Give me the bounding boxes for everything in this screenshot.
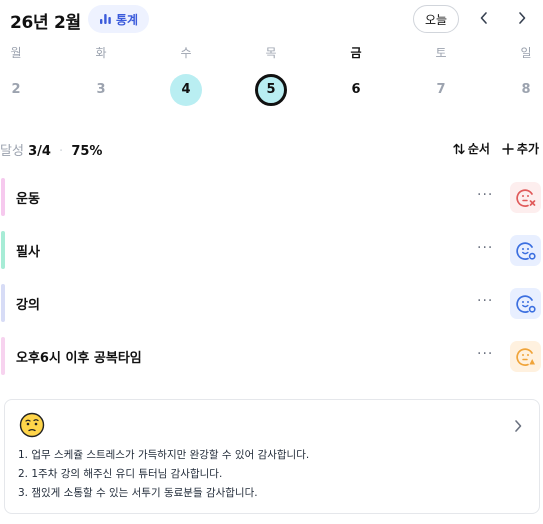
- habit-status-button[interactable]: [510, 288, 541, 319]
- habit-status-button[interactable]: [510, 341, 541, 372]
- journal-card[interactable]: 1. 업무 스케쥴 스트레스가 가득하지만 완강할 수 있어 감사합니다. 2.…: [4, 399, 540, 514]
- weekday-label: 수: [180, 46, 192, 60]
- day-number: 7: [436, 82, 446, 97]
- day-number: 2: [11, 82, 21, 97]
- add-habit-button[interactable]: 추가: [502, 140, 539, 157]
- habit-row[interactable]: 오후6시 이후 공복타임 ···: [0, 337, 543, 375]
- plus-icon: [502, 142, 514, 155]
- thinking-face-icon: [19, 412, 45, 442]
- habit-title: 운동: [16, 192, 40, 207]
- more-options-button[interactable]: ···: [477, 293, 493, 309]
- summary-separator: ·: [59, 144, 64, 159]
- list-tools: 순서 추가: [453, 140, 539, 157]
- bar-chart-icon: [99, 14, 111, 24]
- summary-percent: 75%: [71, 144, 103, 159]
- habit-color-bar: [1, 178, 5, 216]
- journal-line: 1. 업무 스케쥴 스트레스가 가득하지만 완강할 수 있어 감사합니다.: [18, 449, 310, 461]
- achievement-summary: 달성 3/4 · 75%: [0, 140, 102, 159]
- face-warn-icon: [515, 347, 535, 366]
- day-number: 4: [170, 74, 202, 106]
- habit-row[interactable]: 강의 ···: [0, 284, 543, 322]
- reorder-button[interactable]: 순서: [453, 140, 490, 157]
- more-options-button[interactable]: ···: [477, 187, 493, 203]
- chevron-left-icon: [480, 12, 487, 24]
- day-sun[interactable]: 일 8: [506, 44, 543, 106]
- chevron-right-icon[interactable]: [513, 418, 523, 437]
- face-check-icon: [515, 294, 536, 313]
- today-button[interactable]: 오늘: [413, 5, 459, 33]
- summary-count: 3/4: [28, 144, 51, 159]
- reorder-label: 순서: [467, 142, 490, 156]
- habit-title: 강의: [16, 298, 40, 313]
- habit-status-button[interactable]: [510, 182, 541, 213]
- habit-title: 오후6시 이후 공복타임: [16, 351, 142, 366]
- day-mon[interactable]: 월 2: [0, 44, 36, 106]
- more-options-button[interactable]: ···: [477, 346, 493, 362]
- day-tue[interactable]: 화 3: [81, 44, 121, 106]
- weekday-label: 화: [95, 46, 107, 60]
- habit-title: 필사: [16, 245, 40, 260]
- month-title: 26년 2월: [10, 13, 81, 33]
- day-sat[interactable]: 토 7: [421, 44, 461, 106]
- habit-color-bar: [1, 284, 5, 322]
- habit-color-bar: [1, 231, 5, 269]
- weekday-label: 목: [265, 46, 277, 60]
- calendar-header: 26년 2월 통계 오늘: [0, 0, 543, 38]
- prev-week-button[interactable]: [474, 8, 494, 28]
- day-number: 6: [351, 82, 361, 97]
- chevron-right-icon: [519, 12, 526, 24]
- week-strip: 월 2 화 3 수 4 목 5 금 6 토 7 일 8: [0, 44, 543, 108]
- journal-text: 1. 업무 스케쥴 스트레스가 가득하지만 완강할 수 있어 감사합니다. 2.…: [18, 446, 309, 503]
- habit-color-bar: [1, 337, 5, 375]
- day-fri[interactable]: 금 6: [336, 44, 376, 106]
- habit-status-button[interactable]: [510, 235, 541, 266]
- day-wed[interactable]: 수 4: [166, 44, 206, 106]
- habit-row[interactable]: 운동 ···: [0, 178, 543, 216]
- sort-arrows-icon: [453, 143, 465, 154]
- weekday-label: 월: [10, 46, 22, 60]
- stats-label: 통계: [115, 12, 139, 27]
- day-number: 8: [521, 82, 531, 97]
- journal-line: 3. 잼있게 소통할 수 있는 서투기 동료분들 감사합니다.: [18, 487, 258, 499]
- weekday-label: 토: [435, 46, 447, 60]
- weekday-label: 일: [520, 46, 532, 60]
- habit-row[interactable]: 필사 ···: [0, 231, 543, 269]
- add-label: 추가: [516, 142, 539, 156]
- stats-button[interactable]: 통계: [88, 5, 149, 33]
- next-week-button[interactable]: [512, 8, 532, 28]
- day-number: 3: [96, 82, 106, 97]
- summary-label: 달성: [0, 144, 24, 159]
- face-x-icon: [515, 188, 535, 207]
- journal-line: 2. 1주차 강의 해주신 유디 튜터님 감사합니다.: [18, 468, 223, 480]
- weekday-label: 금: [350, 46, 362, 60]
- more-options-button[interactable]: ···: [477, 240, 493, 256]
- face-check-icon: [515, 241, 536, 260]
- day-number-selected: 5: [255, 74, 287, 106]
- day-thu[interactable]: 목 5: [251, 44, 291, 106]
